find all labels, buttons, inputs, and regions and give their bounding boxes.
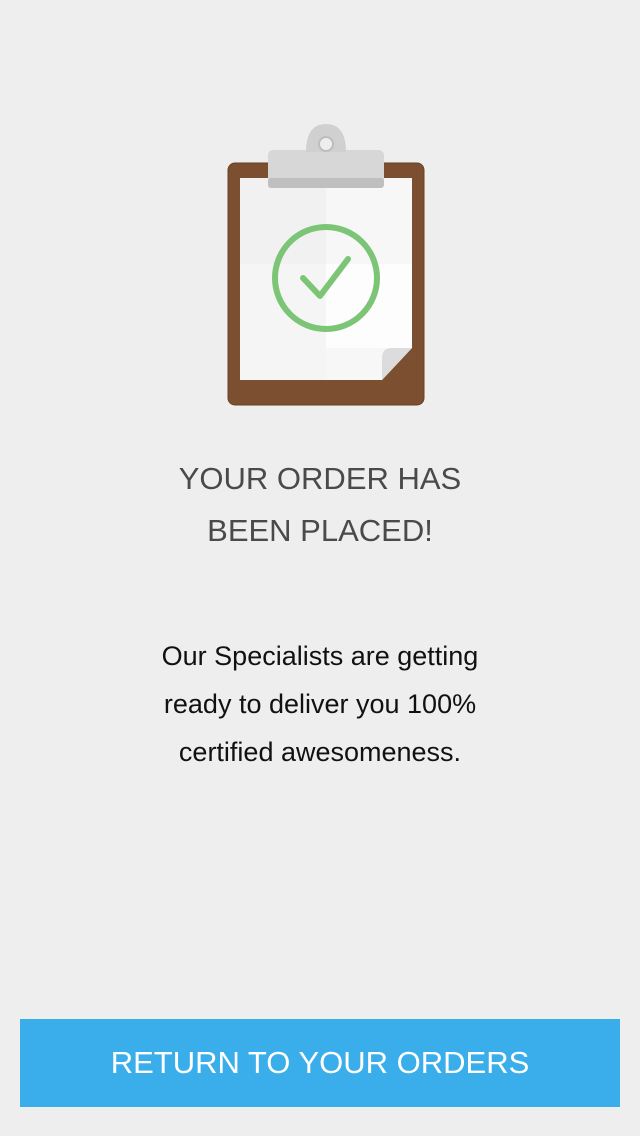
message-line: certified awesomeness. — [178, 737, 462, 767]
confirmation-message: Our Specialists are getting ready to del… — [0, 632, 640, 776]
order-confirmation-screen: YOUR ORDER HAS BEEN PLACED! Our Speciali… — [0, 0, 640, 1136]
return-to-orders-button[interactable]: RETURN TO YOUR ORDERS — [20, 1019, 620, 1107]
message-line: ready to deliver you 100% — [163, 689, 477, 719]
headline-line: YOUR ORDER HAS — [178, 461, 462, 496]
clipboard-check-icon — [220, 118, 430, 410]
message-line: Our Specialists are getting — [161, 641, 479, 671]
headline-line: BEEN PLACED! — [207, 513, 433, 548]
confirmation-headline: YOUR ORDER HAS BEEN PLACED! — [0, 453, 640, 557]
